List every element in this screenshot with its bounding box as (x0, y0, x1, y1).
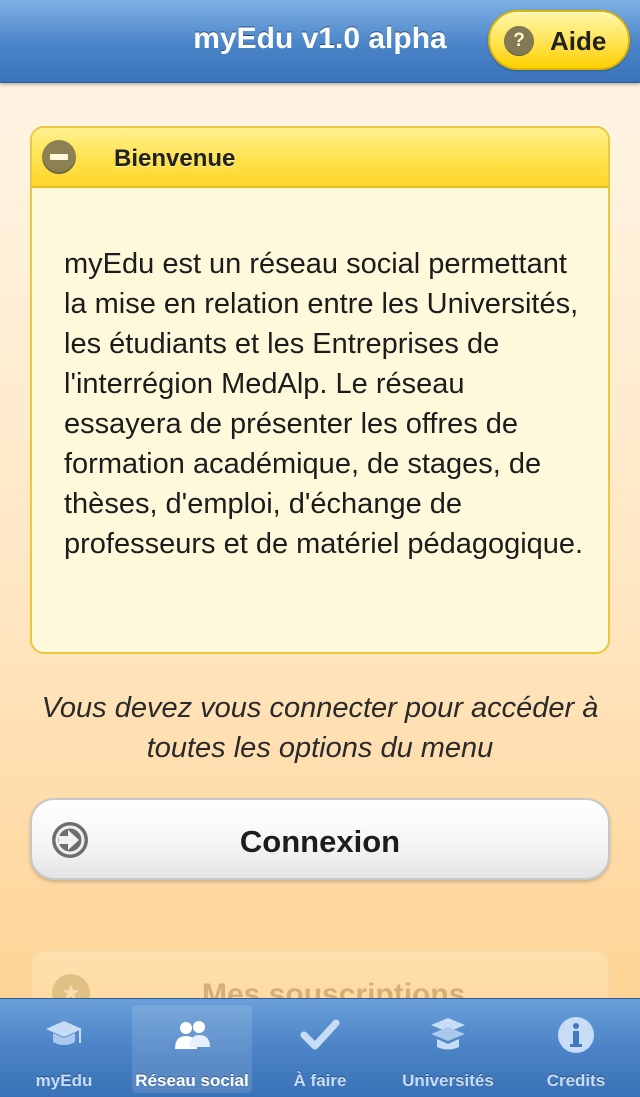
welcome-panel: Bienvenue myEdu est un réseau social per… (30, 126, 610, 654)
checkmark-icon (300, 1019, 340, 1050)
welcome-panel-title: Bienvenue (114, 145, 236, 172)
info-icon (558, 1017, 594, 1053)
welcome-panel-header[interactable]: Bienvenue (32, 128, 608, 188)
minus-circle-icon[interactable] (42, 140, 76, 174)
tab-label-universites: Universités (402, 1071, 494, 1090)
tab-label-a-faire: À faire (293, 1071, 347, 1090)
graduation-cap-icon (46, 1021, 82, 1045)
bottom-tab-bar: myEdu Réseau social À faire Universités (0, 998, 640, 1097)
tab-myedu[interactable]: myEdu (4, 1005, 124, 1093)
tab-label-credits: Credits (546, 1071, 606, 1090)
tab-universites[interactable]: Universités (388, 1005, 508, 1093)
question-circle-icon: ? (504, 26, 534, 56)
login-button[interactable]: Connexion (30, 798, 610, 880)
help-button-label: Aide (550, 26, 607, 56)
login-notice: Vous devez vous connecter pour accéder à… (41, 692, 599, 764)
top-nav-bar: myEdu v1.0 alpha ? Aide (0, 0, 640, 83)
help-button[interactable]: ? Aide (488, 10, 630, 70)
welcome-panel-text: myEdu est un réseau social permettant la… (64, 248, 584, 560)
tab-credits[interactable]: Credits (516, 1005, 636, 1093)
people-icon (175, 1021, 210, 1049)
tab-a-faire[interactable]: À faire (260, 1005, 380, 1093)
tab-reseau-social[interactable]: Réseau social (132, 1005, 252, 1093)
login-button-label: Connexion (239, 824, 401, 859)
university-icon (431, 1018, 465, 1050)
tab-label-myedu: myEdu (35, 1071, 93, 1090)
app-title: myEdu v1.0 alpha (193, 22, 447, 55)
tab-label-reseau-social: Réseau social (135, 1071, 249, 1090)
